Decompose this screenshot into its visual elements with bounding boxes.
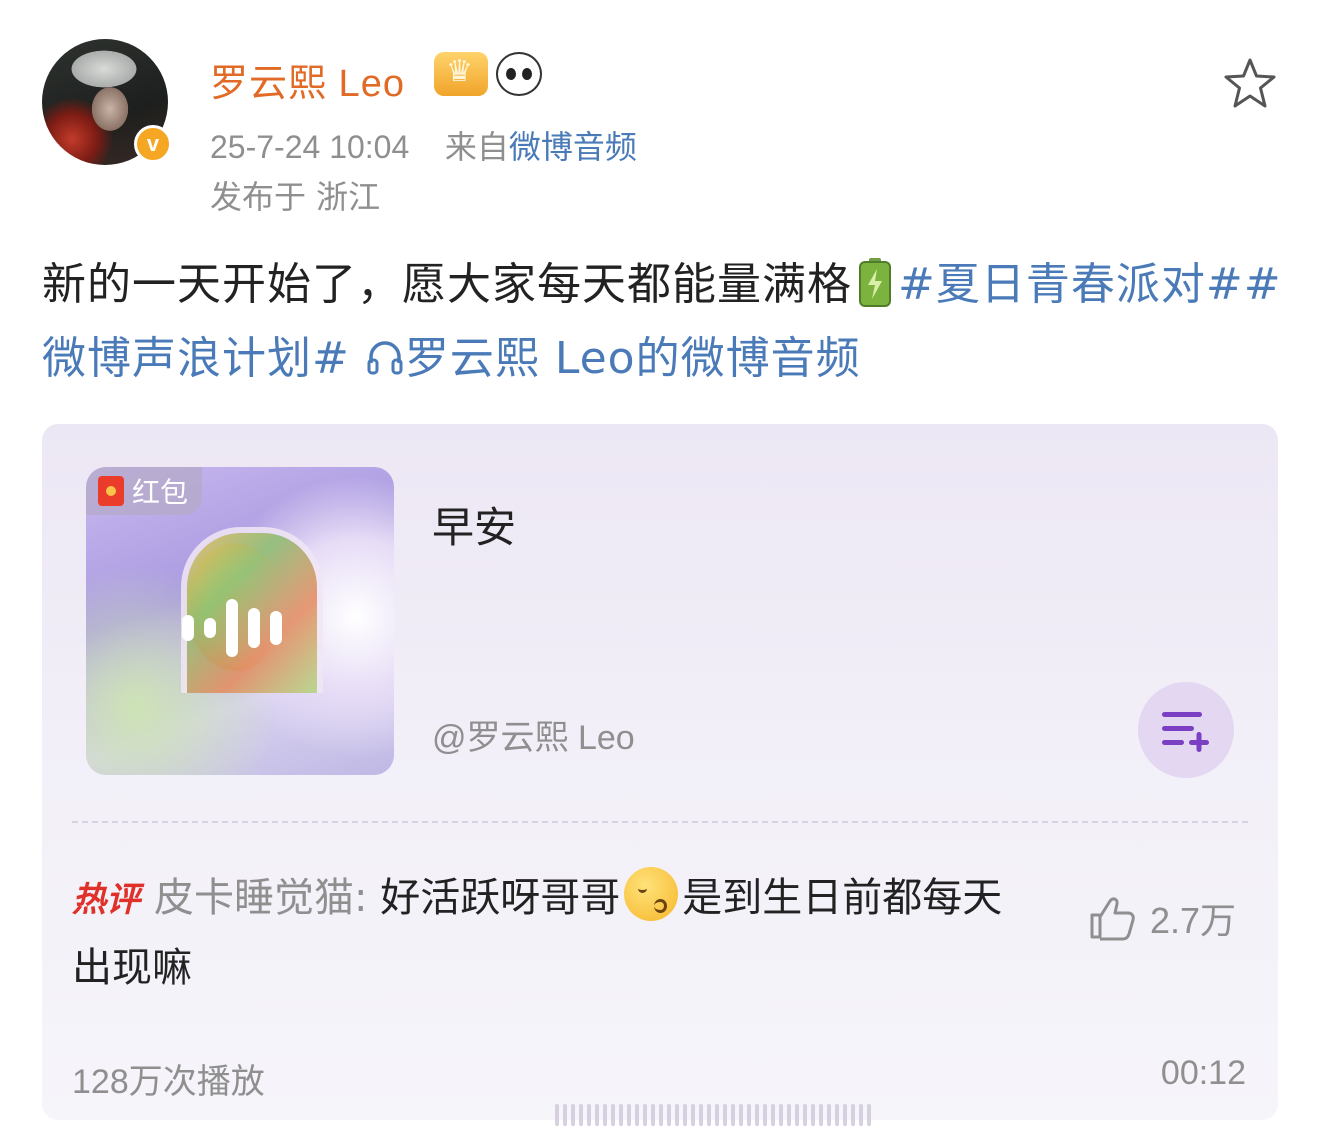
hot-comment-tag: 热评 [72,880,140,920]
audio-title[interactable]: 早安 [432,494,516,555]
redpacket-icon [98,476,124,506]
comment-like-count: 2.7万 [1150,900,1237,941]
user-badges [434,52,542,96]
audio-progress[interactable] [555,1104,871,1126]
source-link[interactable]: 微博音频 [509,129,637,165]
playlist-add-icon [1162,712,1209,752]
kiss-emoji-icon [624,867,679,921]
audio-link[interactable]: 罗云熙 Leo的微博音频 [365,333,861,384]
hot-comment[interactable]: 热评 皮卡睡觉猫: 好活跃呀哥哥 是到生日前都每天出现嘛 [72,864,1022,1002]
redpacket-label: 红包 [132,476,189,509]
audio-cover[interactable]: 红包 [86,467,394,775]
comment-like-button[interactable]: 2.7万 [1088,892,1236,944]
thumbs-up-icon [1090,897,1135,941]
play-count: 128万次播放 [72,1063,265,1101]
comment-text-1: 好活跃呀哥哥 [367,875,621,921]
commenter-name[interactable]: 皮卡睡觉猫: [154,875,367,921]
post-location: 发布于 浙江 [210,178,381,216]
post-body: 新的一天开始了，愿大家每天都能量满格 [42,259,852,310]
audio-duration: 00:12 [1160,1054,1246,1092]
username[interactable]: 罗云熙 Leo [210,52,405,107]
card-divider [72,821,1248,823]
battery-icon [859,258,891,307]
star-icon[interactable] [1222,56,1278,110]
post-meta: 25-7-24 10:04 来自微博音频 [210,122,637,168]
waveform-icon [182,599,282,657]
post-text: 新的一天开始了，愿大家每天都能量满格 #夏日青春派对##微博声浪计划# 罗云熙 … [42,248,1282,396]
verified-badge-icon: v [134,125,172,163]
crown-badge-icon[interactable] [434,52,488,96]
audio-artist[interactable]: @罗云熙 Leo [432,710,635,759]
headphone-icon [367,341,403,375]
redpacket-tag[interactable]: 红包 [86,467,203,515]
playlist-add-button[interactable] [1138,682,1234,778]
avatar[interactable]: v [42,39,172,165]
audio-link-label: 罗云熙 Leo的微博音频 [404,333,861,384]
source-prefix: 来自 [444,129,509,165]
audio-card[interactable]: 红包 早安 @罗云熙 Leo 热评 皮卡睡觉猫: 好活跃呀哥哥 是到生日前都每天出现… [42,424,1278,1126]
panda-badge-icon[interactable] [496,52,542,96]
post-timestamp: 25-7-24 10:04 [210,129,410,165]
topic-link-summer[interactable]: #夏日青春派对# [898,259,1244,310]
